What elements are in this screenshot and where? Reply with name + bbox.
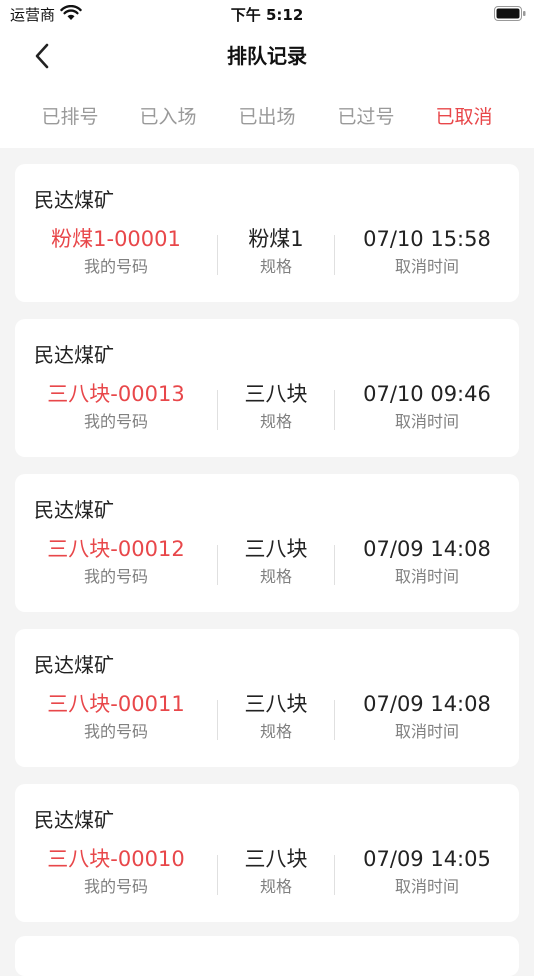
cancel-time-label: 取消时间 <box>394 877 459 896</box>
spec-cell: 三八块 规格 <box>217 846 335 897</box>
cancel-time-value: 07/09 14:08 <box>363 692 491 716</box>
my-number-value: 粉煤1-00001 <box>51 227 181 251</box>
my-number-cell: 三八块-00012 我的号码 <box>15 536 217 587</box>
my-number-label: 我的号码 <box>83 412 148 431</box>
battery-icon <box>494 6 526 21</box>
spec-label: 规格 <box>259 257 292 276</box>
my-number-cell: 三八块-00013 我的号码 <box>15 381 217 432</box>
my-number-value: 三八块-00013 <box>47 382 185 406</box>
tab-cancelled[interactable]: 已取消 <box>424 102 504 129</box>
cancel-time-label: 取消时间 <box>394 412 459 431</box>
status-bar: 运营商 下午 5:12 <box>0 0 534 28</box>
cancel-time-label: 取消时间 <box>394 257 459 276</box>
spec-cell: 粉煤1 规格 <box>217 226 335 277</box>
cancel-time-cell: 07/10 09:46 取消时间 <box>335 381 519 432</box>
my-number-value: 三八块-00010 <box>47 847 185 871</box>
cancel-time-value: 07/09 14:08 <box>363 537 491 561</box>
mine-name: 民达煤矿 <box>34 343 114 367</box>
cancel-time-cell: 07/10 15:58 取消时间 <box>335 226 519 277</box>
my-number-label: 我的号码 <box>83 257 148 276</box>
queue-record-card[interactable]: 民达煤矿 三八块-00010 我的号码 三八块 规格 07/09 14:05 取… <box>15 784 519 922</box>
page-title: 排队记录 <box>227 44 307 68</box>
spec-value: 三八块 <box>244 692 308 716</box>
mine-name: 民达煤矿 <box>34 808 114 832</box>
spec-value: 三八块 <box>244 382 308 406</box>
queue-record-card[interactable]: 民达煤矿 三八块-00012 我的号码 三八块 规格 07/09 14:08 取… <box>15 474 519 612</box>
tab-expired[interactable]: 已过号 <box>326 102 406 129</box>
my-number-cell: 三八块-00010 我的号码 <box>15 846 217 897</box>
spec-label: 规格 <box>259 722 292 741</box>
my-number-cell: 三八块-00011 我的号码 <box>15 691 217 742</box>
spec-value: 三八块 <box>244 847 308 871</box>
my-number-value: 三八块-00011 <box>47 692 185 716</box>
my-number-label: 我的号码 <box>83 567 148 586</box>
queue-record-card[interactable]: 民达煤矿 粉煤1-00001 我的号码 粉煤1 规格 07/10 15:58 取… <box>15 164 519 302</box>
cancel-time-value: 07/10 09:46 <box>363 382 491 406</box>
header: 排队记录 <box>0 28 534 82</box>
cancel-time-label: 取消时间 <box>394 567 459 586</box>
cancel-time-value: 07/09 14:05 <box>363 847 491 871</box>
mine-name: 民达煤矿 <box>34 188 114 212</box>
my-number-cell: 粉煤1-00001 我的号码 <box>15 226 217 277</box>
spec-cell: 三八块 规格 <box>217 691 335 742</box>
cancel-time-cell: 07/09 14:08 取消时间 <box>335 536 519 587</box>
spec-label: 规格 <box>259 412 292 431</box>
spec-cell: 三八块 规格 <box>217 536 335 587</box>
mine-name: 民达煤矿 <box>34 498 114 522</box>
my-number-label: 我的号码 <box>83 722 148 741</box>
tab-entered[interactable]: 已入场 <box>128 102 208 129</box>
spec-label: 规格 <box>259 567 292 586</box>
queue-record-card[interactable]: 民达煤矿 三八块-00013 我的号码 三八块 规格 07/10 09:46 取… <box>15 319 519 457</box>
status-tabs: 已排号 已入场 已出场 已过号 已取消 <box>0 82 534 148</box>
queue-record-card[interactable]: 民达煤矿 三八块-00011 我的号码 三八块 规格 07/09 14:08 取… <box>15 629 519 767</box>
spec-label: 规格 <box>259 877 292 896</box>
cancel-time-value: 07/10 15:58 <box>363 227 491 251</box>
mine-name: 民达煤矿 <box>34 653 114 677</box>
spec-value: 三八块 <box>244 537 308 561</box>
tab-exited[interactable]: 已出场 <box>227 102 307 129</box>
cancel-time-cell: 07/09 14:05 取消时间 <box>335 846 519 897</box>
status-time: 下午 5:12 <box>230 6 304 24</box>
spec-cell: 三八块 规格 <box>217 381 335 432</box>
cancel-time-label: 取消时间 <box>394 722 459 741</box>
cancel-time-cell: 07/09 14:08 取消时间 <box>335 691 519 742</box>
queue-record-card-partial[interactable] <box>15 936 519 976</box>
my-number-value: 三八块-00012 <box>47 537 185 561</box>
tab-queued[interactable]: 已排号 <box>30 102 110 129</box>
spec-value: 粉煤1 <box>248 227 304 251</box>
my-number-label: 我的号码 <box>83 877 148 896</box>
